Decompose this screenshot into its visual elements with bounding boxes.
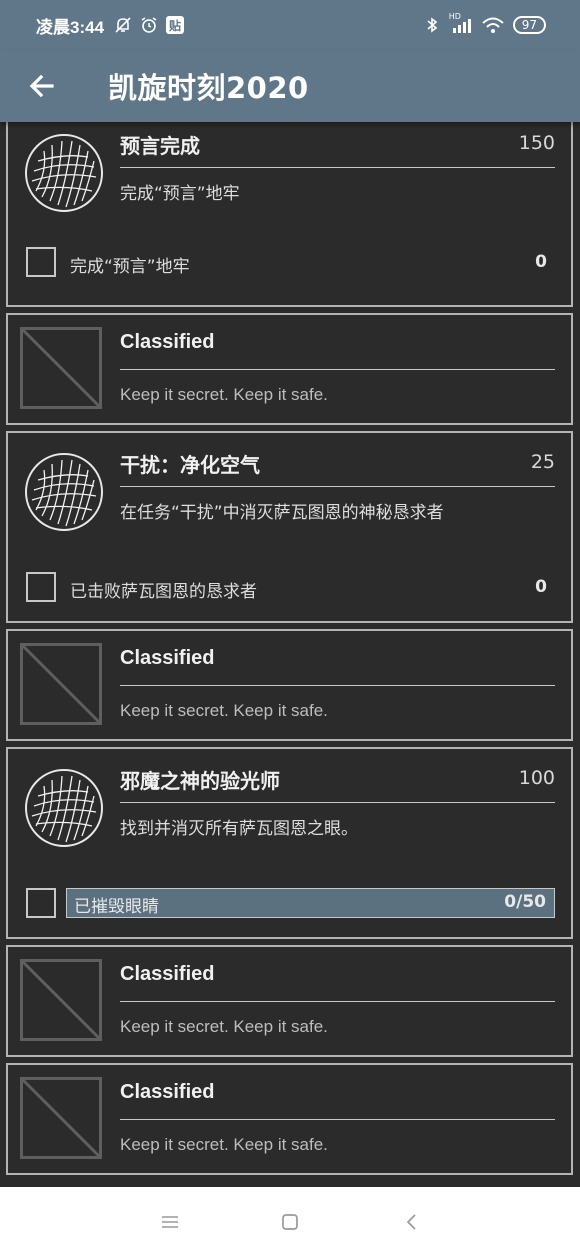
bluetooth-icon (423, 16, 441, 34)
triumph-points: 100 (518, 767, 555, 789)
triumph-card[interactable]: 预言完成 150 完成“预言”地牢 完成“预言”地牢 0 (6, 112, 573, 307)
triumph-description: 在任务“干扰”中消灭萨瓦图恩的神秘恳求者 (120, 503, 444, 523)
triumph-description: Keep it secret. Keep it safe. (120, 385, 328, 404)
triumph-description: 完成“预言”地牢 (120, 184, 240, 204)
arrow-left-icon (29, 74, 54, 98)
back-nav-button[interactable] (401, 1211, 423, 1233)
triumph-description: Keep it secret. Keep it safe. (120, 1135, 328, 1154)
card-title-bar: 干扰：净化空气 25 (120, 445, 555, 487)
triumph-name: Classified (120, 647, 215, 669)
triumph-description: Keep it secret. Keep it safe. (120, 701, 328, 720)
classified-placeholder-icon (20, 1077, 102, 1159)
system-nav-bar (0, 1187, 580, 1257)
objective-checkbox[interactable] (26, 247, 56, 277)
card-title-bar: 邪魔之神的验光师 100 (120, 761, 555, 803)
triumph-card[interactable]: 邪魔之神的验光师 100 找到并消灭所有萨瓦图恩之眼。 已摧毁眼睛 0/50 (6, 747, 573, 939)
objective-label: 已击败萨瓦图恩的恳求者 (70, 582, 257, 602)
objective-checkbox[interactable] (26, 888, 56, 918)
triumph-name: 预言完成 (120, 134, 200, 158)
objective-row: 已摧毁眼睛 0/50 (26, 888, 555, 920)
signal-icon: HD (449, 12, 473, 34)
bell-off-icon (114, 16, 132, 34)
card-title-bar: 预言完成 150 (120, 126, 555, 168)
status-time: 凌晨3:44 (36, 17, 105, 37)
home-square-icon (282, 1214, 298, 1230)
triumph-name: Classified (120, 1081, 215, 1103)
triumph-points: 150 (518, 132, 555, 154)
home-button[interactable] (279, 1211, 301, 1233)
emblem-icon (25, 769, 103, 847)
alarm-icon (140, 16, 158, 34)
wifi-icon (481, 16, 505, 34)
triumph-points: 25 (530, 451, 555, 473)
triumph-name: 邪魔之神的验光师 (120, 769, 280, 793)
back-button[interactable] (22, 66, 62, 106)
card-title-bar: Classified (120, 327, 555, 370)
classified-placeholder-icon (20, 643, 102, 725)
objective-row: 完成“预言”地牢 0 (26, 247, 555, 279)
classified-card[interactable]: Classified Keep it secret. Keep it safe. (6, 1063, 573, 1175)
sticker-icon: 贴 (166, 16, 185, 34)
objective-value: 0/50 (504, 892, 546, 912)
objective-checkbox[interactable] (26, 572, 56, 602)
menu-icon (162, 1216, 178, 1228)
classified-card[interactable]: Classified Keep it secret. Keep it safe. (6, 313, 573, 425)
objective-row: 已击败萨瓦图恩的恳求者 0 (26, 572, 555, 604)
triumph-card[interactable]: 干扰：净化空气 25 在任务“干扰”中消灭萨瓦图恩的神秘恳求者 已击败萨瓦图恩的… (6, 431, 573, 623)
triumph-description: 找到并消灭所有萨瓦图恩之眼。 (120, 819, 358, 839)
battery-icon: 97 (512, 16, 546, 34)
triumph-name: Classified (120, 331, 215, 353)
menu-button[interactable] (159, 1211, 181, 1233)
classified-card[interactable]: Classified Keep it secret. Keep it safe. (6, 945, 573, 1057)
objective-value: 0 (535, 577, 547, 597)
emblem-icon (25, 134, 103, 212)
card-title-bar: Classified (120, 1077, 555, 1120)
classified-placeholder-icon (20, 327, 102, 409)
triumph-name: 干扰：净化空气 (120, 453, 260, 477)
objective-value: 0 (535, 252, 547, 272)
app-bar: 凯旋时刻2020 (0, 50, 580, 122)
classified-card[interactable]: Classified Keep it secret. Keep it safe. (6, 629, 573, 741)
triumph-description: Keep it secret. Keep it safe. (120, 1017, 328, 1036)
classified-placeholder-icon (20, 959, 102, 1041)
emblem-icon (25, 453, 103, 531)
triumph-name: Classified (120, 963, 215, 985)
status-bar: 凌晨3:44 贴 HD 97 (0, 0, 580, 50)
card-title-bar: Classified (120, 959, 555, 1002)
back-chevron-icon (406, 1214, 416, 1230)
objective-label: 完成“预言”地牢 (70, 257, 190, 277)
page-title: 凯旋时刻2020 (108, 71, 309, 105)
objective-progress-bar: 已摧毁眼睛 0/50 (66, 888, 555, 918)
objective-label: 已摧毁眼睛 (74, 897, 159, 917)
card-title-bar: Classified (120, 643, 555, 686)
